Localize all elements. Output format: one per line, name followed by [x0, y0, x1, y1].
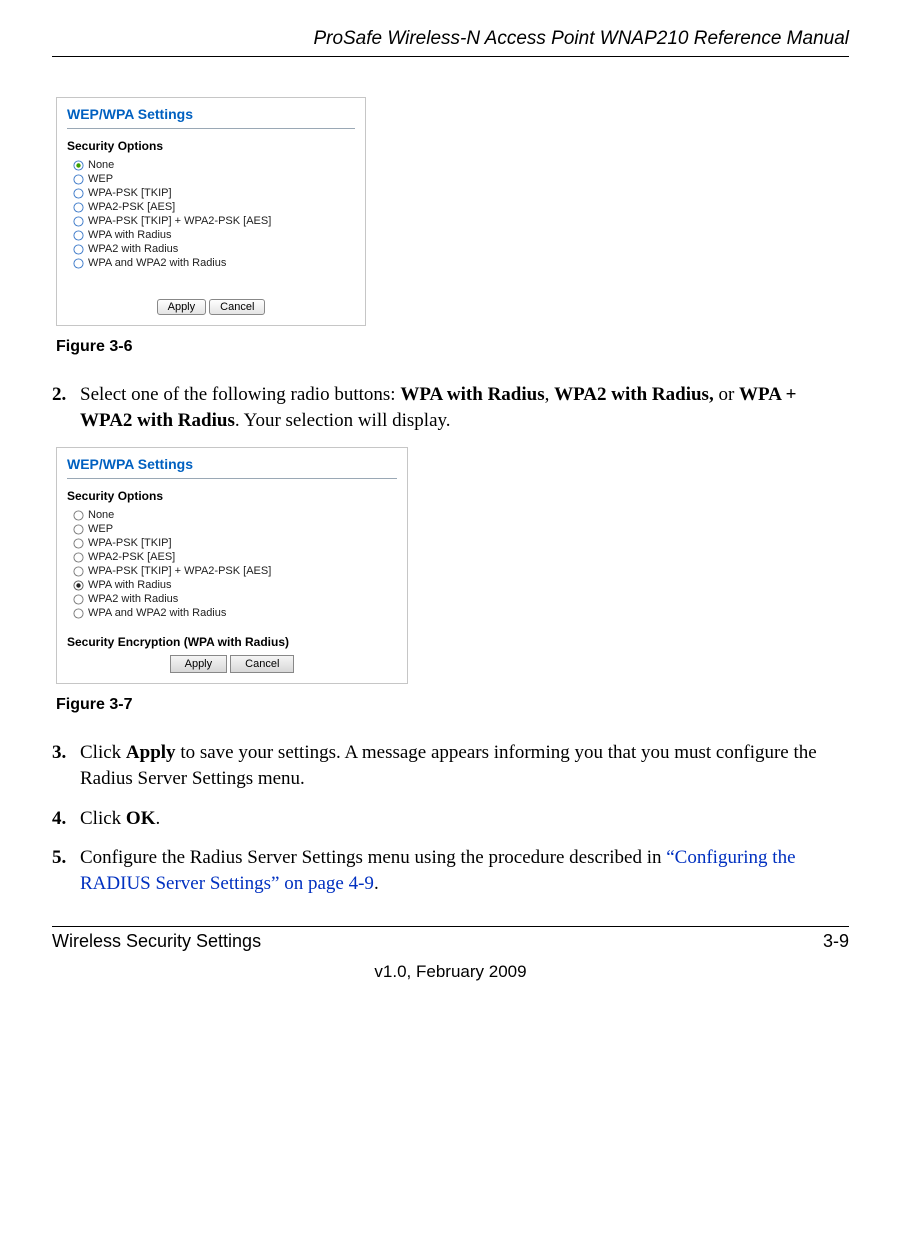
apply-button[interactable]: Apply	[170, 655, 228, 673]
footer-page-number: 3-9	[823, 931, 849, 952]
security-encryption-label: Security Encryption (WPA with Radius)	[67, 623, 397, 649]
figure-3-7-screenshot: WEP/WPA Settings Security Options None W…	[56, 447, 408, 684]
step-2: 2. Select one of the following radio but…	[52, 382, 849, 433]
radio-icon	[73, 174, 84, 185]
option-wpa-radius[interactable]: WPA with Radius	[73, 229, 355, 241]
option-label: WPA-PSK [TKIP]	[88, 537, 172, 549]
manual-page: ProSafe Wireless-N Access Point WNAP210 …	[0, 0, 901, 1002]
tail: . Your selection will display.	[235, 410, 451, 431]
option-label: WPA2-PSK [AES]	[88, 551, 175, 563]
bold-option-2: WPA2 with Radius,	[554, 384, 714, 405]
radio-icon	[73, 524, 84, 535]
security-options-label: Security Options	[67, 139, 355, 153]
step-number: 3.	[52, 740, 80, 791]
step-text: to save your settings. A message appears…	[80, 742, 817, 789]
option-wpa-psk-plus-wpa2-psk[interactable]: WPA-PSK [TKIP] + WPA2-PSK [AES]	[73, 565, 397, 577]
step-text: Click	[80, 808, 126, 829]
radio-icon	[73, 188, 84, 199]
cancel-button[interactable]: Cancel	[209, 299, 265, 315]
option-label: WPA-PSK [TKIP] + WPA2-PSK [AES]	[88, 565, 271, 577]
cancel-button[interactable]: Cancel	[230, 655, 294, 673]
option-label: WEP	[88, 523, 113, 535]
figure-3-6-screenshot: WEP/WPA Settings Security Options None W…	[56, 97, 366, 326]
option-label: WPA2 with Radius	[88, 243, 178, 255]
option-wpa2-radius[interactable]: WPA2 with Radius	[73, 243, 355, 255]
panel-title: WEP/WPA Settings	[67, 106, 355, 128]
step-body: Select one of the following radio button…	[80, 382, 849, 433]
step-body: Configure the Radius Server Settings men…	[80, 845, 849, 896]
step-3: 3. Click Apply to save your settings. A …	[52, 740, 849, 791]
sep: or	[714, 384, 739, 405]
option-label: WPA-PSK [TKIP] + WPA2-PSK [AES]	[88, 215, 271, 227]
radio-icon	[73, 258, 84, 269]
option-wpa-psk-tkip[interactable]: WPA-PSK [TKIP]	[73, 187, 355, 199]
option-wpa-and-wpa2-radius[interactable]: WPA and WPA2 with Radius	[73, 607, 397, 619]
security-options-group: None WEP WPA-PSK [TKIP] WPA2-PSK [AES] W…	[67, 503, 397, 623]
step-4: 4. Click OK.	[52, 806, 849, 832]
running-header: ProSafe Wireless-N Access Point WNAP210 …	[52, 28, 849, 56]
step-body: Click OK.	[80, 806, 849, 832]
option-label: WPA2 with Radius	[88, 593, 178, 605]
footer-left: Wireless Security Settings	[52, 931, 261, 952]
radio-icon	[73, 580, 84, 591]
radio-icon	[73, 566, 84, 577]
option-wpa-and-wpa2-radius[interactable]: WPA and WPA2 with Radius	[73, 257, 355, 269]
panel-separator	[67, 478, 397, 479]
option-label: WPA-PSK [TKIP]	[88, 187, 172, 199]
figure-caption: Figure 3-7	[56, 696, 849, 714]
footer-rule	[52, 926, 849, 927]
step-body: Click Apply to save your settings. A mes…	[80, 740, 849, 791]
option-wep[interactable]: WEP	[73, 173, 355, 185]
step-text: .	[155, 808, 160, 829]
option-label: None	[88, 159, 114, 171]
panel-separator	[67, 128, 355, 129]
option-wpa2-radius[interactable]: WPA2 with Radius	[73, 593, 397, 605]
option-wpa2-psk-aes[interactable]: WPA2-PSK [AES]	[73, 201, 355, 213]
option-wpa-psk-tkip[interactable]: WPA-PSK [TKIP]	[73, 537, 397, 549]
apply-button[interactable]: Apply	[157, 299, 207, 315]
radio-icon	[73, 244, 84, 255]
radio-icon	[73, 552, 84, 563]
radio-icon	[73, 510, 84, 521]
bold-ok: OK	[126, 808, 156, 829]
option-none[interactable]: None	[73, 159, 355, 171]
radio-icon	[73, 202, 84, 213]
option-label: None	[88, 509, 114, 521]
step-text: Click	[80, 742, 126, 763]
figure-caption: Figure 3-6	[56, 338, 849, 356]
step-text: Select one of the following radio button…	[80, 384, 400, 405]
radio-icon	[73, 538, 84, 549]
step-number: 5.	[52, 845, 80, 896]
radio-icon	[73, 594, 84, 605]
panel-title: WEP/WPA Settings	[67, 456, 397, 478]
step-number: 4.	[52, 806, 80, 832]
step-text: .	[374, 873, 379, 894]
option-wep[interactable]: WEP	[73, 523, 397, 535]
option-wpa-radius[interactable]: WPA with Radius	[73, 579, 397, 591]
option-label: WPA and WPA2 with Radius	[88, 607, 226, 619]
option-none[interactable]: None	[73, 509, 397, 521]
footer-version: v1.0, February 2009	[52, 952, 849, 982]
option-wpa2-psk-aes[interactable]: WPA2-PSK [AES]	[73, 551, 397, 563]
security-options-label: Security Options	[67, 489, 397, 503]
radio-icon	[73, 160, 84, 171]
option-label: WPA with Radius	[88, 229, 172, 241]
security-options-group: None WEP WPA-PSK [TKIP] WPA2-PSK [AES] W…	[67, 153, 355, 273]
option-label: WPA2-PSK [AES]	[88, 201, 175, 213]
step-number: 2.	[52, 382, 80, 433]
sep: ,	[545, 384, 555, 405]
step-text: Configure the Radius Server Settings men…	[80, 847, 666, 868]
radio-icon	[73, 230, 84, 241]
option-label: WPA and WPA2 with Radius	[88, 257, 226, 269]
bold-option-1: WPA with Radius	[400, 384, 544, 405]
bold-apply: Apply	[126, 742, 176, 763]
header-rule	[52, 56, 849, 57]
option-label: WEP	[88, 173, 113, 185]
radio-icon	[73, 608, 84, 619]
option-wpa-psk-plus-wpa2-psk[interactable]: WPA-PSK [TKIP] + WPA2-PSK [AES]	[73, 215, 355, 227]
option-label: WPA with Radius	[88, 579, 172, 591]
radio-icon	[73, 216, 84, 227]
step-5: 5. Configure the Radius Server Settings …	[52, 845, 849, 896]
page-footer: Wireless Security Settings 3-9 v1.0, Feb…	[52, 926, 849, 982]
